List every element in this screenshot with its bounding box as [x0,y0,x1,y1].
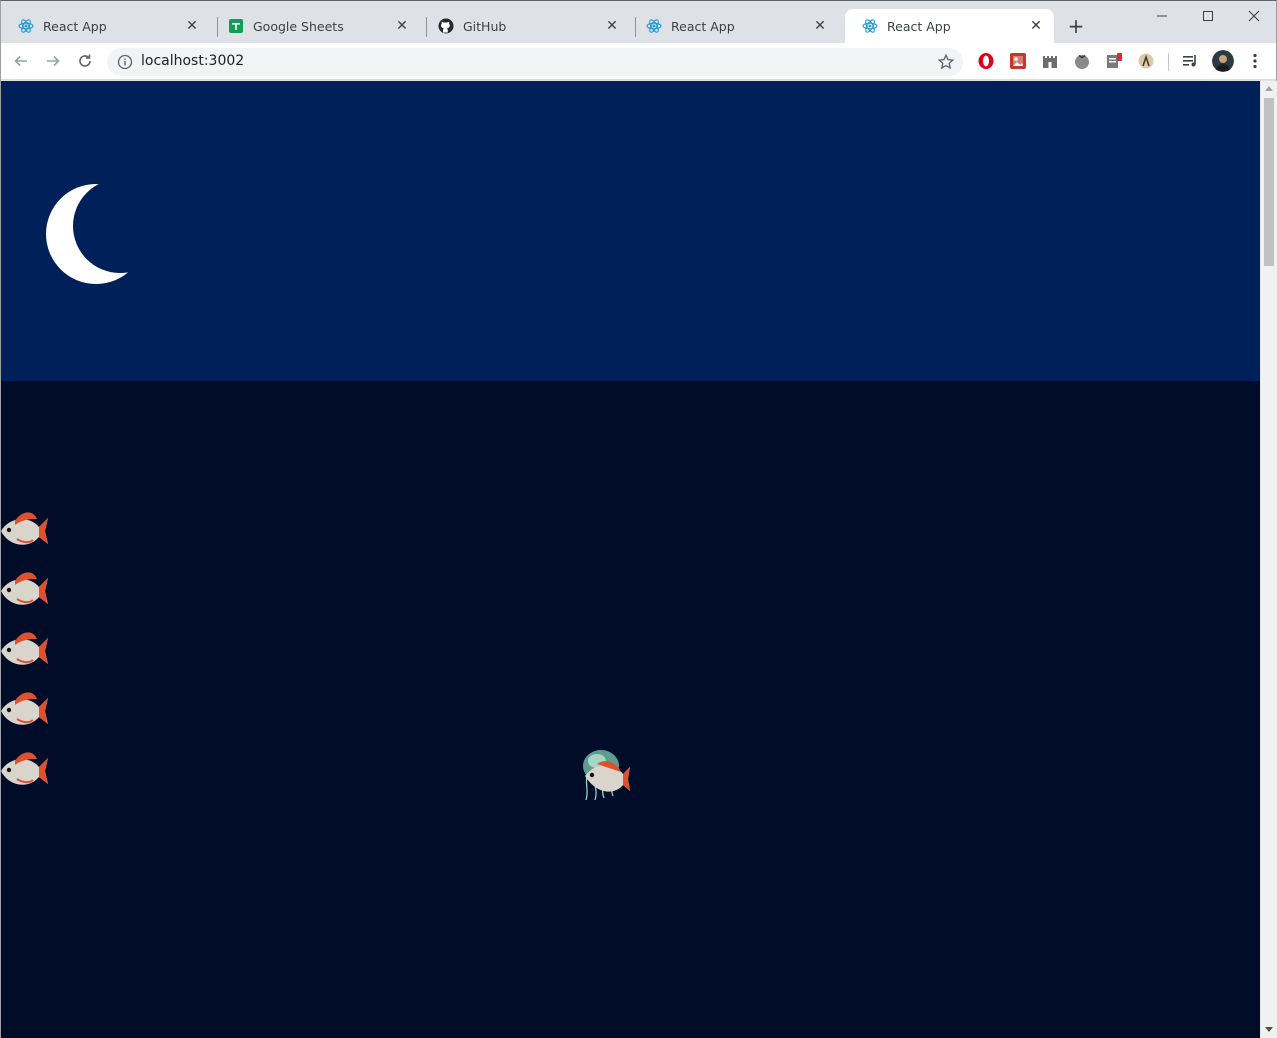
vertical-scrollbar[interactable] [1260,81,1277,1038]
sea-area [1,381,1260,1038]
tomato-extension-icon[interactable] [1073,52,1091,70]
scroll-down-icon[interactable] [1265,1027,1273,1032]
forward-icon[interactable] [41,49,65,73]
scrollbar-thumb[interactable] [1264,98,1274,266]
tab-react-app-active[interactable]: React App ✕ [845,9,1054,43]
close-tab-icon[interactable]: ✕ [394,18,410,34]
address-text: localhost:3002 [141,53,245,69]
fish-icon [1,692,48,725]
browser-window: React App ✕ Google Sheets ✕ GitHub ✕ Rea… [0,0,1277,1038]
sheets-icon [228,18,244,34]
page-viewport [1,81,1260,1038]
react-icon [646,18,662,34]
tab-react-app-1[interactable]: React App ✕ [1,9,210,43]
new-tab-button[interactable]: + [1066,14,1086,38]
clipboard-extension-icon[interactable] [1105,52,1123,70]
user-extension-icon[interactable] [1137,52,1155,70]
tab-react-app-2[interactable]: React App ✕ [629,9,838,43]
browser-toolbar: localhost:3002 [1,43,1276,80]
close-tab-icon[interactable]: ✕ [184,18,200,34]
address-bar[interactable]: localhost:3002 [107,48,963,76]
tab-strip: React App ✕ Google Sheets ✕ GitHub ✕ Rea… [1,1,1276,43]
image-extension-icon[interactable] [1009,52,1027,70]
github-icon [438,18,454,34]
react-icon [18,18,34,34]
close-tab-icon[interactable]: ✕ [1028,18,1044,34]
fish-icon [1,632,48,665]
tab-title: Google Sheets [253,18,344,34]
react-icon [862,18,878,34]
opera-icon[interactable] [977,52,995,70]
fish-icon [1,752,48,785]
minimize-icon[interactable] [1139,1,1185,31]
fish-jellyfish-player [583,750,630,801]
sky-area [1,81,1260,381]
close-tab-icon[interactable]: ✕ [812,18,828,34]
close-tab-icon[interactable]: ✕ [604,18,620,34]
toolbar-separator [1168,53,1169,71]
tab-google-sheets[interactable]: Google Sheets ✕ [211,9,420,43]
fish-icon [1,512,48,545]
tab-github[interactable]: GitHub ✕ [421,9,630,43]
menu-dots-icon[interactable] [1246,52,1264,70]
close-window-icon[interactable] [1231,1,1277,31]
bookmark-star-icon[interactable] [937,53,955,75]
avatar[interactable] [1212,50,1234,72]
scroll-up-icon[interactable] [1265,86,1273,91]
castle-extension-icon[interactable] [1041,52,1059,70]
crescent-moon-icon [46,184,146,284]
maximize-icon[interactable] [1185,1,1231,31]
tab-title: React App [671,18,735,34]
tab-title: React App [43,18,107,34]
tab-title: React App [887,18,951,34]
media-queue-icon[interactable] [1181,52,1199,70]
back-icon[interactable] [9,49,33,73]
info-icon[interactable] [117,54,133,74]
reload-icon[interactable] [73,49,97,73]
fish-icon [1,572,48,605]
tab-title: GitHub [463,18,507,34]
